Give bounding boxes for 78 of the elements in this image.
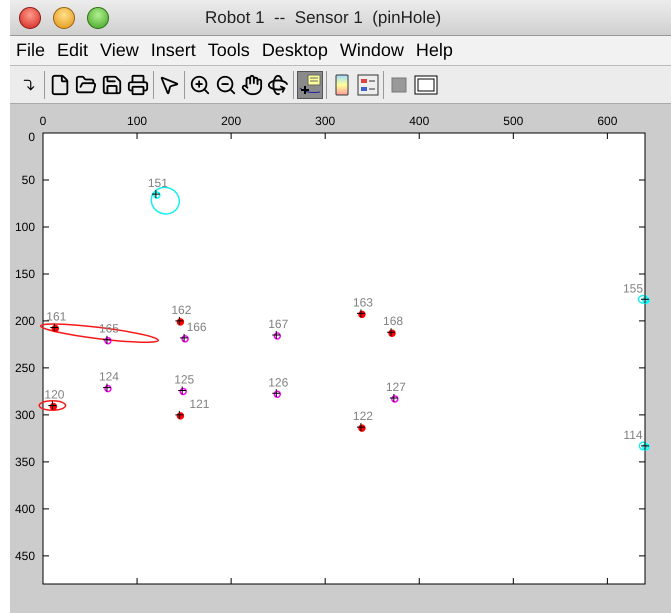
point-label: 162 xyxy=(171,302,192,317)
point-marker xyxy=(640,441,650,451)
menu-item[interactable]: Tools xyxy=(208,37,250,64)
y-tick-label: 350 xyxy=(14,454,35,469)
open-folder-icon xyxy=(75,74,97,96)
point-label: 163 xyxy=(352,295,373,310)
filled-square-icon xyxy=(391,76,407,92)
point-marker xyxy=(50,323,60,332)
x-tick-label: 100 xyxy=(127,114,148,128)
menu-item[interactable]: Help xyxy=(416,37,453,64)
zoom-in-icon xyxy=(189,74,211,96)
rotate-icon xyxy=(267,74,289,96)
point-label: 161 xyxy=(46,310,66,324)
point-marker xyxy=(640,294,650,304)
window-frame-icon xyxy=(414,74,438,94)
point-label: 126 xyxy=(268,375,288,390)
x-tick-label: 400 xyxy=(409,114,430,128)
y-tick-label: 400 xyxy=(14,502,35,516)
y-tick-label: 300 xyxy=(14,408,35,422)
point-marker xyxy=(272,388,282,398)
x-tick-label: 600 xyxy=(597,114,618,128)
pointer-icon xyxy=(158,74,180,96)
point-marker xyxy=(102,335,112,344)
point-label: 124 xyxy=(98,370,119,384)
menu-item[interactable]: Edit xyxy=(57,37,88,64)
point-label: 151 xyxy=(148,176,168,190)
menu-item[interactable]: Insert xyxy=(150,37,196,64)
point-marker xyxy=(272,330,282,340)
point-label: 155 xyxy=(622,281,644,296)
menu-item[interactable]: File xyxy=(16,37,46,64)
arrow-icon xyxy=(22,78,36,92)
point-marker xyxy=(180,333,189,343)
colorbar-icon xyxy=(335,74,349,96)
point-marker xyxy=(174,316,184,326)
point-marker xyxy=(386,328,396,337)
toolbar-button[interactable] xyxy=(297,70,323,98)
point-label: 127 xyxy=(386,380,406,394)
zoom-out-icon xyxy=(215,74,237,96)
point-label: 167 xyxy=(268,317,288,331)
close-button[interactable] xyxy=(19,6,41,28)
point-marker xyxy=(48,400,58,410)
y-tick-label: 100 xyxy=(14,220,35,234)
y-tick-label: 50 xyxy=(22,172,35,187)
point-label: 121 xyxy=(189,396,210,411)
data-cursor-icon xyxy=(299,74,321,96)
x-tick-label: 200 xyxy=(221,114,242,128)
point-label: 122 xyxy=(352,409,373,424)
point-label: 166 xyxy=(186,320,207,334)
point-marker xyxy=(356,308,366,318)
point-label: 114 xyxy=(623,428,643,442)
window-title: Robot 1 -- Sensor 1 (pinHole) xyxy=(205,6,442,29)
x-tick-label: 0 xyxy=(40,114,46,128)
y-tick-label: 0 xyxy=(28,130,35,144)
new-file-icon xyxy=(49,74,71,96)
point-marker xyxy=(174,410,184,420)
minimize-button[interactable] xyxy=(53,6,75,28)
y-tick-label: 450 xyxy=(14,548,35,563)
hand-icon xyxy=(241,74,263,96)
legend-icon xyxy=(357,74,379,96)
y-tick-label: 200 xyxy=(14,314,35,328)
point-marker xyxy=(102,383,112,392)
save-icon xyxy=(101,74,123,96)
point-marker xyxy=(151,190,161,199)
x-tick-label: 300 xyxy=(315,114,336,128)
point-marker xyxy=(389,393,399,403)
menu-item[interactable]: View xyxy=(100,37,139,64)
point-marker xyxy=(178,386,187,396)
point-label: 168 xyxy=(383,314,404,328)
point-label: 120 xyxy=(44,387,64,402)
y-tick-label: 150 xyxy=(14,266,35,281)
y-tick-label: 250 xyxy=(14,360,35,375)
zoom-button[interactable] xyxy=(87,6,109,28)
menu-item[interactable]: Desktop xyxy=(262,37,328,64)
point-label: 125 xyxy=(174,372,194,386)
point-marker xyxy=(356,422,366,432)
menu-item[interactable]: Window xyxy=(340,37,404,64)
x-tick-label: 500 xyxy=(503,114,524,128)
printer-icon xyxy=(127,74,149,96)
